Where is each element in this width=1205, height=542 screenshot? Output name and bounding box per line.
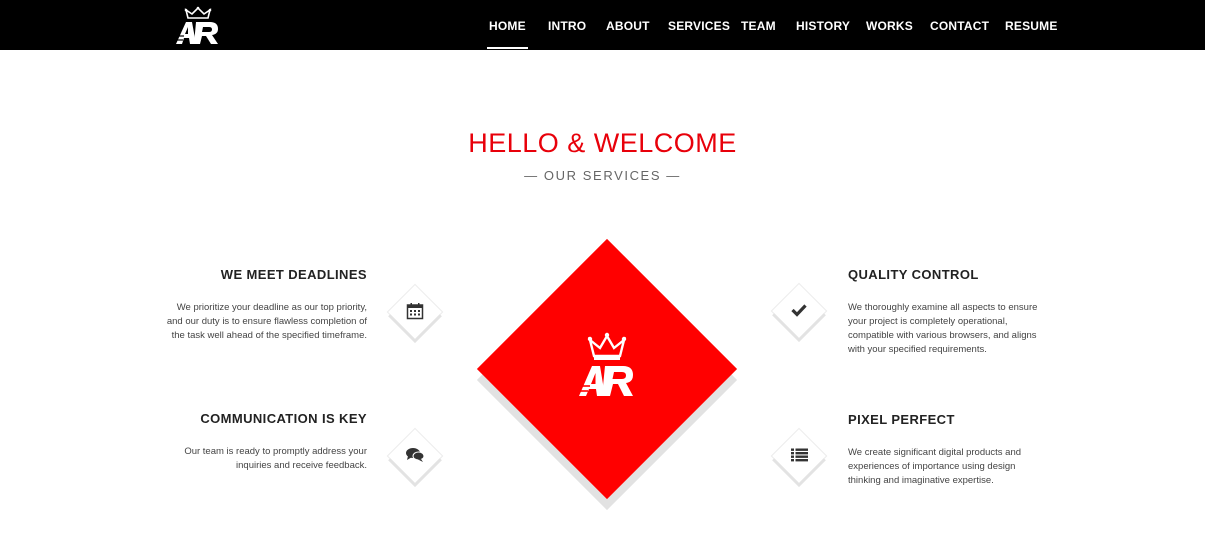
calendar-icon	[396, 292, 434, 330]
nav-team[interactable]: TEAM	[741, 19, 776, 33]
top-navbar: HOME INTRO ABOUT SERVICES TEAM HISTORY W…	[0, 0, 1205, 50]
nav-history[interactable]: HISTORY	[796, 19, 850, 33]
nav-services[interactable]: SERVICES	[668, 19, 730, 33]
center-logo	[576, 332, 633, 396]
nav-contact[interactable]: CONTACT	[930, 19, 989, 33]
checkmark-icon	[780, 291, 818, 329]
nav-about[interactable]: ABOUT	[606, 19, 650, 33]
section-title: HELLO & WELCOME	[468, 128, 737, 158]
service-title-pixel-perfect: PIXEL PERFECT	[848, 412, 955, 427]
list-icon	[780, 436, 818, 474]
service-title-communication: COMMUNICATION IS KEY	[200, 411, 367, 426]
service-desc-deadlines: We prioritize your deadline as our top p…	[166, 302, 367, 341]
service-title-deadlines: WE MEET DEADLINES	[220, 267, 367, 282]
chat-icon	[396, 436, 434, 474]
service-title-quality: QUALITY CONTROL	[848, 267, 979, 282]
service-desc-pixel-perfect: We create significant digital products a…	[848, 447, 1022, 486]
service-desc-communication: Our team is ready to promptly address yo…	[184, 446, 367, 471]
service-desc-quality: We thoroughly examine all aspects to ens…	[848, 302, 1038, 355]
section-subtitle: — OUR SERVICES —	[524, 168, 681, 183]
nav-intro[interactable]: INTRO	[548, 19, 586, 33]
nav-resume[interactable]: RESUME	[1005, 19, 1058, 33]
nav-works[interactable]: WORKS	[866, 19, 913, 33]
main-nav: HOME INTRO ABOUT SERVICES TEAM HISTORY W…	[0, 0, 1205, 50]
nav-home[interactable]: HOME	[487, 19, 528, 49]
